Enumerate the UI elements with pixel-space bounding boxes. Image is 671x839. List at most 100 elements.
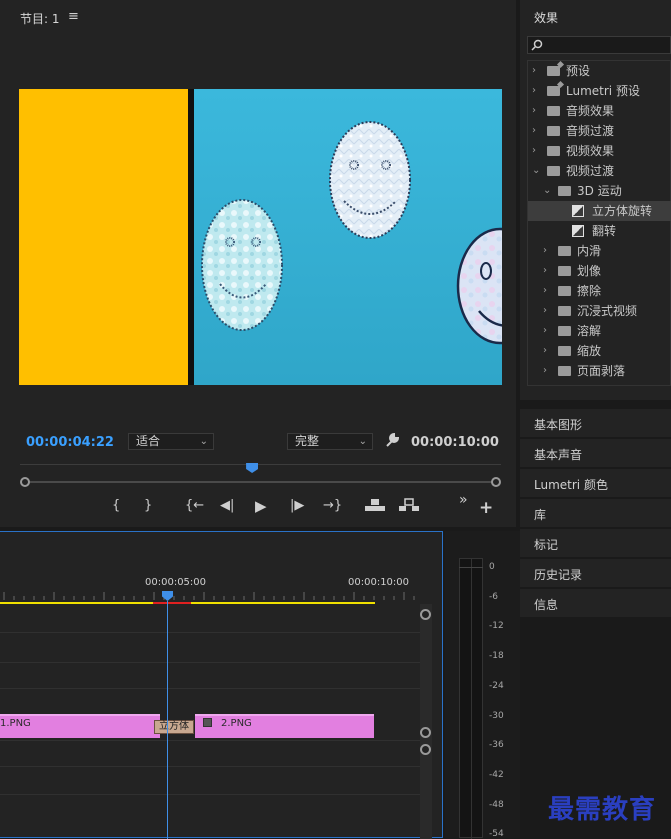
effects-item[interactable]: › 音频过渡 (528, 121, 671, 141)
go-to-in-button[interactable]: {← (185, 498, 204, 513)
program-viewer[interactable] (19, 89, 502, 385)
effects-item-label: 内滑 (577, 244, 602, 258)
smiley-bubbles (201, 199, 283, 331)
clip-2png[interactable]: 2.PNG (195, 714, 374, 738)
chevron-down-icon[interactable]: ⌄ (543, 181, 551, 201)
effects-item-label: 视频过渡 (566, 164, 615, 178)
chevron-right-icon[interactable]: › (532, 81, 536, 101)
go-to-out-button[interactable]: →} (323, 498, 342, 513)
transition-cube-spin[interactable]: 立方体 (154, 720, 194, 734)
chevron-right-icon[interactable]: › (543, 321, 547, 341)
db-scale-label: -12 (489, 621, 504, 632)
meter-peak-cap[interactable] (459, 558, 483, 568)
effects-item[interactable]: › 擦除 (528, 281, 671, 301)
effects-item[interactable]: › 溶解 (528, 321, 671, 341)
effects-item[interactable]: › 页面剥落 (528, 361, 671, 381)
effects-item[interactable]: 立方体旋转 (528, 201, 671, 221)
side-panel-tab-label: 历史记录 (534, 568, 583, 582)
zoom-scrollbar[interactable] (26, 481, 497, 483)
chevron-right-icon[interactable]: › (532, 61, 536, 81)
effects-item[interactable]: › 沉浸式视频 (528, 301, 671, 321)
db-scale-label: -36 (489, 740, 504, 751)
folder-icon (558, 366, 571, 376)
clip-1png[interactable]: 1.PNG (0, 714, 160, 738)
smiley-frost (329, 121, 411, 239)
side-panel-tab-label: Lumetri 颜色 (534, 478, 608, 492)
folder-icon (547, 166, 560, 176)
timeline-playhead-line (167, 601, 168, 839)
side-panel-tab-label: 标记 (534, 538, 559, 552)
folder-icon (547, 106, 560, 116)
chevron-right-icon[interactable]: › (543, 281, 547, 301)
step-back-button[interactable]: ◀| (220, 498, 234, 513)
render-status-bar (153, 602, 191, 604)
effects-item[interactable]: › 视频效果 (528, 141, 671, 161)
effects-panel-title[interactable]: 效果 (534, 9, 558, 26)
audio-meter-bar (459, 558, 483, 839)
zoom-start-handle[interactable] (20, 477, 30, 487)
more-controls-button[interactable]: » (459, 492, 468, 508)
effects-item[interactable]: › Lumetri 预设 (528, 81, 671, 101)
db-scale-label: 0 (489, 562, 495, 572)
playback-quality-value: 完整 (295, 434, 320, 448)
button-editor-add-button[interactable]: + (479, 498, 493, 518)
side-panel-tab[interactable]: 基本声音 (520, 438, 671, 467)
side-panel-tab[interactable]: 历史记录 (520, 558, 671, 587)
chevron-right-icon[interactable]: › (543, 301, 547, 321)
effects-item-label: 缩放 (577, 344, 602, 358)
wrench-icon[interactable] (384, 432, 400, 448)
effects-item[interactable]: › 缩放 (528, 341, 671, 361)
effects-item[interactable]: ⌄ 3D 运动 (528, 181, 671, 201)
watermark-logo: 最需教育 (548, 795, 657, 825)
chevron-right-icon[interactable]: › (543, 341, 547, 361)
scroll-handle-top[interactable] (420, 609, 431, 620)
ruler-label: 00:00:10:00 (348, 577, 410, 588)
effects-item[interactable]: › 音频效果 (528, 101, 671, 121)
current-timecode[interactable]: 00:00:04:22 (26, 435, 114, 450)
chevron-right-icon[interactable]: › (532, 121, 536, 141)
scroll-handle-lower[interactable] (420, 744, 431, 755)
effects-item[interactable]: ⌄ 视频过渡 (528, 161, 671, 181)
track-divider (0, 662, 420, 663)
playhead-scrubber[interactable] (20, 460, 501, 488)
chevron-right-icon[interactable]: › (532, 101, 536, 121)
folder-icon (547, 126, 560, 136)
chevron-right-icon[interactable]: › (543, 241, 547, 261)
program-monitor-panel: 节目: 1 ≡ 00:00:04:22 适合 ⌄ 完整 ⌄ 00:00:10:0… (0, 0, 516, 527)
side-panel-tab[interactable]: 基本图形 (520, 408, 671, 437)
side-panel-tab[interactable]: 库 (520, 498, 671, 527)
lift-icon[interactable] (365, 498, 385, 512)
zoom-end-handle[interactable] (491, 477, 501, 487)
effects-search-input[interactable] (527, 36, 671, 54)
effects-item[interactable]: 翻转 (528, 221, 671, 241)
viewer-blue-frame (194, 89, 502, 385)
mark-out-button[interactable]: } (144, 498, 152, 513)
side-panel-tab[interactable]: Lumetri 颜色 (520, 468, 671, 497)
chevron-right-icon[interactable]: › (532, 141, 536, 161)
track-divider (0, 740, 420, 741)
chevron-right-icon[interactable]: › (543, 361, 547, 381)
chevron-down-icon[interactable]: ⌄ (532, 161, 540, 181)
time-ruler[interactable] (0, 592, 420, 600)
vertical-zoom-scrollbar[interactable] (420, 604, 432, 839)
effects-item[interactable]: › 划像 (528, 261, 671, 281)
effects-item-label: 立方体旋转 (592, 204, 653, 218)
db-scale-label: -18 (489, 651, 504, 662)
playback-quality-dropdown[interactable]: 完整 ⌄ (287, 433, 373, 450)
effects-item-label: 擦除 (577, 284, 602, 298)
program-monitor-title[interactable]: 节目: 1 (20, 10, 60, 27)
side-panel-tab[interactable]: 信息 (520, 588, 671, 617)
step-forward-button[interactable]: |▶ (290, 498, 304, 513)
scroll-handle-mid[interactable] (420, 727, 431, 738)
side-panel-tab[interactable]: 标记 (520, 528, 671, 557)
panel-menu-icon[interactable]: ≡ (68, 9, 79, 24)
play-button[interactable]: ▶ (255, 497, 267, 515)
mark-in-button[interactable]: { (112, 498, 120, 513)
effects-item[interactable]: › 预设 (528, 61, 671, 81)
extract-icon[interactable] (399, 498, 419, 512)
chevron-right-icon[interactable]: › (543, 261, 547, 281)
db-scale-label: -30 (489, 710, 504, 721)
zoom-fit-dropdown[interactable]: 适合 ⌄ (128, 433, 214, 450)
effects-item[interactable]: › 内滑 (528, 241, 671, 261)
timeline-panel[interactable]: 00:00:05:00 00:00:10:00 1.PNG 2.PNG 立方体 (0, 531, 443, 839)
